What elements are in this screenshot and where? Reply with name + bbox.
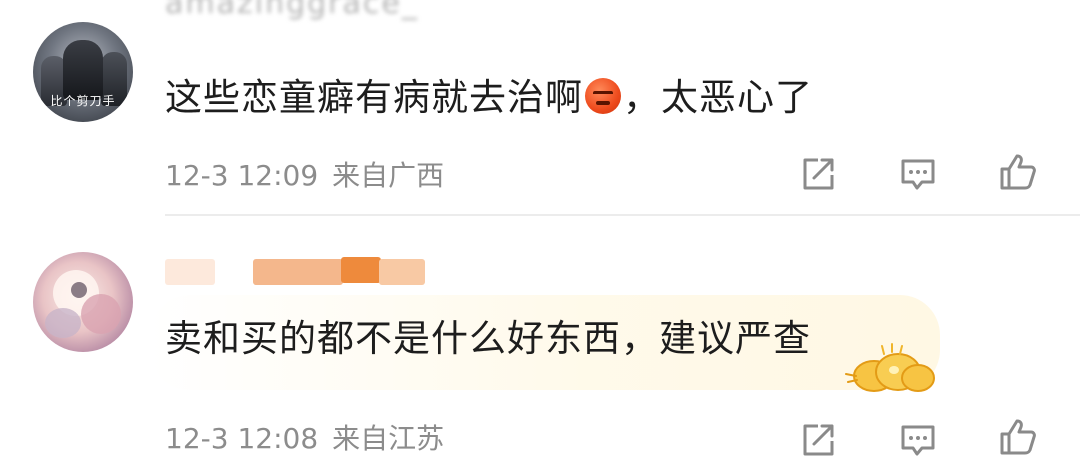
share-button[interactable] xyxy=(798,420,838,460)
location: 来自江苏 xyxy=(332,422,445,455)
comment-button[interactable] xyxy=(898,420,938,460)
username[interactable] xyxy=(165,255,435,287)
like-button[interactable] xyxy=(998,152,1038,192)
comment-meta: 12-3 12:09 来自广西 xyxy=(165,154,458,194)
angry-face-icon xyxy=(585,78,621,114)
location: 来自广西 xyxy=(332,159,445,192)
comment-item: 比个剪刀手 amazinggrace_ 这些恋童癖有病就去治啊 ，太恶心了 12-… xyxy=(0,0,1080,215)
share-icon xyxy=(803,424,834,456)
like-icon xyxy=(1000,419,1036,455)
share-button[interactable] xyxy=(798,154,838,194)
share-icon xyxy=(803,158,834,190)
like-icon xyxy=(1000,154,1036,190)
avatar[interactable] xyxy=(33,252,133,352)
comment-text-part: 这些恋童癖有病就去治啊 xyxy=(165,76,583,119)
comment-button[interactable] xyxy=(898,154,938,194)
comment-meta: 12-3 12:08 来自江苏 xyxy=(165,417,458,457)
avatar-caption: 比个剪刀手 xyxy=(50,94,116,108)
timestamp: 12-3 12:08 xyxy=(165,422,319,455)
timestamp: 12-3 12:09 xyxy=(165,159,319,192)
comment-text: 卖和买的都不是什么好东西，建议严查 xyxy=(165,317,811,360)
comment-text-part: ，太恶心了 xyxy=(623,76,813,119)
comment-text: 这些恋童癖有病就去治啊 ，太恶心了 xyxy=(165,76,813,120)
comment-icon xyxy=(901,159,935,190)
avatar[interactable]: 比个剪刀手 xyxy=(33,22,133,122)
comment-icon xyxy=(901,425,935,456)
avatar-figure xyxy=(63,40,103,100)
like-button[interactable] xyxy=(998,417,1038,457)
gold-clouds-sticker-icon xyxy=(845,343,935,392)
username[interactable]: amazinggrace_ xyxy=(165,0,419,21)
comment-item: 卖和买的都不是什么好东西，建议严查 12-3 12:08 来自江苏 xyxy=(0,215,1080,456)
